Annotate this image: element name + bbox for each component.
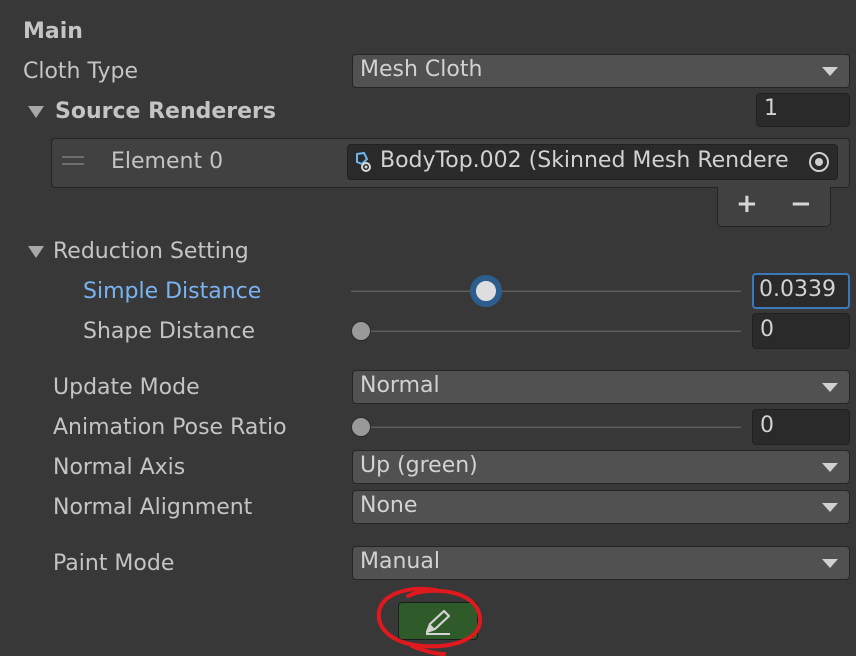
normal-alignment-dropdown[interactable]: None	[352, 490, 850, 524]
source-renderers-label[interactable]: Source Renderers	[55, 98, 276, 126]
normal-axis-label: Normal Axis	[53, 455, 186, 480]
simple-distance-input[interactable]: 0.0339	[752, 273, 850, 309]
chevron-down-icon	[822, 383, 838, 392]
animation-pose-ratio-slider-thumb[interactable]	[351, 417, 371, 437]
drag-handle-icon[interactable]	[62, 156, 84, 165]
paint-mode-label: Paint Mode	[53, 551, 175, 576]
update-mode-value: Normal	[360, 373, 440, 398]
element-0-object-field[interactable]: BodyTop.002 (Skinned Mesh Rendere	[347, 144, 838, 180]
normal-axis-dropdown[interactable]: Up (green)	[352, 450, 850, 484]
update-mode-label: Update Mode	[53, 375, 200, 400]
chevron-down-icon	[822, 67, 838, 76]
shape-distance-label: Shape Distance	[83, 319, 256, 344]
annotation-circle	[376, 586, 483, 656]
paint-mode-value: Manual	[360, 549, 440, 574]
shape-distance-slider-track[interactable]	[351, 330, 741, 332]
chevron-down-icon	[822, 463, 838, 472]
chevron-down-icon	[822, 503, 838, 512]
normal-axis-value: Up (green)	[360, 453, 478, 478]
cloth-type-dropdown[interactable]: Mesh Cloth	[352, 54, 850, 88]
animation-pose-ratio-input[interactable]: 0	[752, 409, 850, 445]
normal-alignment-value: None	[360, 493, 418, 518]
reduction-setting-label[interactable]: Reduction Setting	[53, 238, 249, 266]
simple-distance-label: Simple Distance	[83, 279, 262, 304]
animation-pose-ratio-label: Animation Pose Ratio	[53, 415, 287, 440]
triangle-down-icon[interactable]	[28, 246, 44, 258]
element-0-value: BodyTop.002 (Skinned Mesh Rendere	[380, 148, 789, 173]
paint-mode-dropdown[interactable]: Manual	[352, 546, 850, 580]
add-element-button[interactable]: +	[736, 189, 758, 219]
simple-distance-slider-track[interactable]	[351, 290, 741, 292]
shape-distance-slider-thumb[interactable]	[351, 321, 371, 341]
skinned-mesh-renderer-icon	[354, 151, 374, 173]
source-renderers-count[interactable]: 1	[756, 93, 850, 127]
remove-element-button[interactable]: −	[790, 189, 812, 219]
simple-distance-slider-thumb[interactable]	[470, 275, 502, 307]
chevron-down-icon	[822, 559, 838, 568]
element-0-label: Element 0	[111, 149, 224, 174]
normal-alignment-label: Normal Alignment	[53, 495, 253, 520]
section-title: Main	[23, 19, 83, 44]
triangle-down-icon[interactable]	[28, 106, 44, 118]
list-footer: + −	[717, 187, 831, 227]
animation-pose-ratio-slider-track[interactable]	[351, 426, 741, 428]
shape-distance-input[interactable]: 0	[752, 313, 850, 349]
cloth-type-label: Cloth Type	[23, 59, 139, 84]
object-picker-icon[interactable]	[801, 145, 837, 179]
update-mode-dropdown[interactable]: Normal	[352, 370, 850, 404]
cloth-type-value: Mesh Cloth	[360, 57, 483, 82]
